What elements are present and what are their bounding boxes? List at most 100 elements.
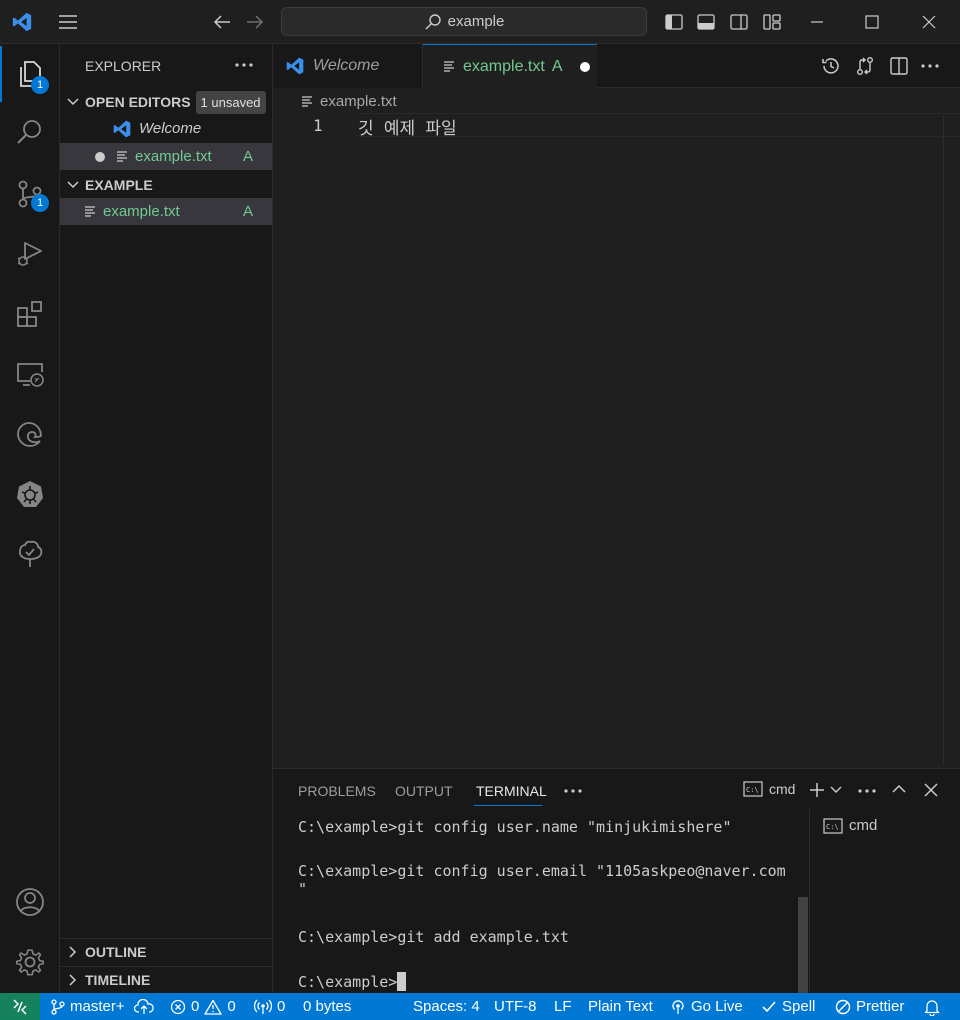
source-control-icon[interactable]: 1 [0,166,60,222]
text-file-icon [84,205,96,219]
editor-tab-bar: Welcome example.txt A [273,44,960,89]
terminal-list-item[interactable]: C:\ cmd [823,817,877,834]
terminal-more-icon[interactable] [858,789,876,793]
explorer-icon[interactable]: 1 [0,46,60,102]
tab-label: Welcome [313,57,380,74]
menu-icon[interactable] [54,8,82,36]
eol-status[interactable]: LF [554,993,572,1020]
code-line[interactable]: 깃 예제 파일 [358,114,457,139]
toggle-sidebar-icon[interactable] [660,8,688,36]
activity-bar: 1 1 [0,44,60,993]
line-number: 1 [313,116,323,135]
breadcrumb[interactable]: example.txt [301,93,397,110]
tab-terminal[interactable]: TERMINAL [476,783,547,799]
toggle-panel-icon[interactable] [692,8,720,36]
shell-label: cmd [769,781,796,797]
indentation-status[interactable]: Spaces: 4 [413,993,480,1020]
chevron-down-icon [66,97,80,107]
open-editor-label: example.txt [135,148,212,165]
ports-status[interactable]: 0 [254,993,285,1020]
status-bar: master+ 0 0 0 0 bytes Spaces: 4 UTF-8 LF… [0,993,960,1020]
publish-cloud-icon[interactable] [134,993,154,1020]
vscode-logo-icon [112,119,132,139]
problems-status[interactable]: 0 0 [170,993,236,1020]
customize-layout-icon[interactable] [758,8,786,36]
command-center-search[interactable]: example [281,7,647,36]
terminal-prompt[interactable]: C:\example> [298,972,407,991]
encoding-status[interactable]: UTF-8 [494,993,537,1020]
editor-more-actions-icon[interactable] [921,64,939,68]
back-arrow-icon[interactable] [208,8,236,36]
unsaved-dot-icon[interactable] [95,151,105,162]
open-editors-header[interactable]: OPEN EDITORS 1 unsaved [60,89,272,115]
file-item-example[interactable]: example.txt A [60,198,272,225]
tab-example-txt[interactable]: example.txt A [423,44,597,89]
breadcrumb-file: example.txt [320,93,397,110]
prettier-button[interactable]: Prettier [835,993,904,1020]
bottom-panel: PROBLEMS OUTPUT TERMINAL C:\ cmd C:\exam… [273,768,960,994]
open-changes-icon[interactable] [855,56,875,76]
edge-devtools-icon[interactable] [0,406,60,462]
remote-indicator[interactable] [0,993,40,1020]
forward-arrow-icon[interactable] [241,8,269,36]
prettier-label: Prettier [856,998,905,1015]
terminal-dropdown-chevron-icon[interactable] [830,785,842,794]
run-debug-icon[interactable] [0,226,60,282]
language-mode[interactable]: Plain Text [588,993,653,1020]
notifications-bell-icon[interactable] [924,993,940,1020]
terminal-icon: C:\ [823,817,843,834]
git-status-badge: A [243,148,254,165]
maximize-panel-chevron-up-icon[interactable] [891,783,907,795]
accounts-icon[interactable] [0,874,60,930]
open-editor-item-welcome[interactable]: Welcome [60,115,272,142]
tab-output[interactable]: OUTPUT [395,783,453,799]
remote-explorer-icon[interactable] [0,346,60,402]
broadcast-icon [254,999,272,1015]
terminal-shell-selector[interactable]: C:\ cmd [743,781,795,797]
error-icon [170,999,186,1015]
split-editor-icon[interactable] [889,56,909,76]
kubernetes-icon[interactable] [0,466,60,522]
maximize-icon[interactable] [858,8,886,36]
active-tab-underline [474,805,542,806]
svg-text:C:\: C:\ [826,823,839,831]
more-actions-icon[interactable] [232,52,256,78]
settings-gear-icon[interactable] [0,934,60,990]
toggle-secondary-sidebar-icon[interactable] [725,8,753,36]
prohibited-icon [835,999,851,1015]
go-live-button[interactable]: Go Live [670,993,743,1020]
outline-header[interactable]: OUTLINE [60,938,272,965]
extensions-icon[interactable] [0,286,60,342]
minimize-icon[interactable] [803,8,831,36]
close-panel-icon[interactable] [924,783,938,797]
timeline-label: TIMELINE [85,972,151,988]
spell-button[interactable]: Spell [761,993,815,1020]
new-terminal-plus-icon[interactable] [808,781,826,799]
branch-status[interactable]: master+ [51,993,125,1020]
file-size[interactable]: 0 bytes [303,993,351,1020]
source-control-badge: 1 [31,194,49,212]
terminal-line: C:\example>git config user.email "1105as… [298,862,786,880]
folder-header[interactable]: EXAMPLE [60,172,272,198]
chevron-right-icon [66,946,80,958]
editor-area[interactable]: example.txt 1 깃 예제 파일 [273,88,960,768]
unsaved-dot-icon[interactable] [580,62,591,72]
close-window-icon[interactable] [915,8,943,36]
tab-problems[interactable]: PROBLEMS [298,783,376,799]
tree-icon[interactable] [0,526,60,582]
open-editor-label: Welcome [139,120,202,137]
chevron-right-icon [66,974,80,986]
terminal-line: " [298,880,308,898]
timeline-history-icon[interactable] [821,56,841,76]
terminal-cursor [397,972,407,991]
tab-welcome[interactable]: Welcome [273,44,423,88]
sidebar-title: EXPLORER [85,58,162,74]
open-editor-item-example[interactable]: example.txt A [60,143,272,170]
minimap-divider [943,115,944,765]
unsaved-badge: 1 unsaved [195,90,266,114]
search-text: example [447,13,505,30]
search-view-icon[interactable] [0,104,60,160]
terminal-scrollbar[interactable] [798,897,808,993]
panel-more-icon[interactable] [564,789,582,793]
timeline-header[interactable]: TIMELINE [60,966,272,993]
